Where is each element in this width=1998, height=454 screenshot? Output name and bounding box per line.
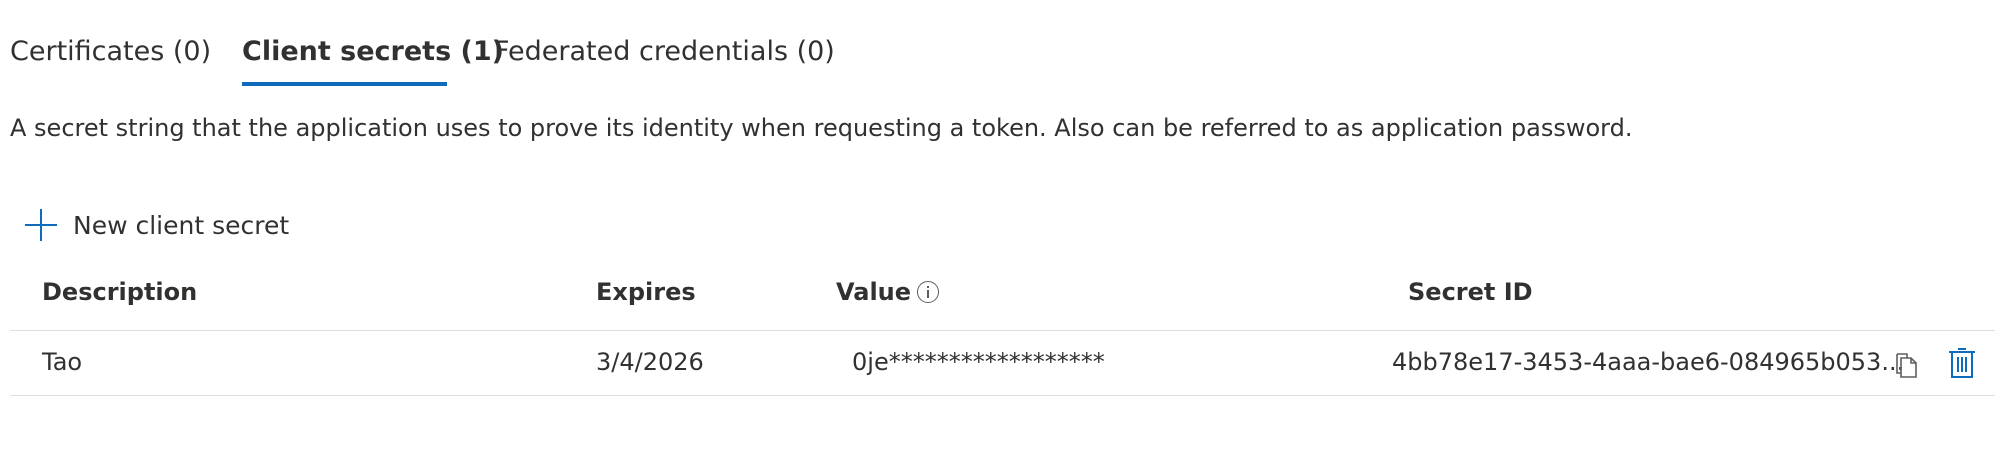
credentials-tabs: Certificates (0) Client secrets (1) Fede… <box>10 30 835 88</box>
delete-icon[interactable] <box>1947 346 1977 380</box>
table-header-divider <box>10 330 1995 331</box>
column-header-secret-id-label: Secret ID <box>1408 278 1533 306</box>
plus-icon <box>24 208 58 242</box>
secret-id: 4bb78e17-3453-4aaa-bae6-084965b053... <box>1392 348 1905 376</box>
section-description: A secret string that the application use… <box>10 114 1633 142</box>
column-header-description: Description <box>42 278 197 306</box>
column-header-expires: Expires <box>596 278 696 306</box>
column-header-value: Value <box>836 278 940 306</box>
column-header-expires-label: Expires <box>596 278 696 306</box>
new-client-secret-label: New client secret <box>73 210 290 240</box>
secret-expires: 3/4/2026 <box>596 348 704 376</box>
tab-federated-credentials[interactable]: Federated credentials (0) <box>494 30 835 88</box>
column-header-secret-id: Secret ID <box>1408 278 1533 306</box>
info-icon[interactable] <box>917 281 940 303</box>
secret-description: Tao <box>42 348 83 376</box>
new-client-secret-button[interactable]: New client secret <box>24 205 289 245</box>
secret-value: 0je****************** <box>852 348 1105 376</box>
table-row-divider <box>10 395 1995 396</box>
column-header-description-label: Description <box>42 278 198 306</box>
tab-client-secrets[interactable]: Client secrets (1) <box>242 30 504 88</box>
copy-icon[interactable] <box>1893 352 1919 380</box>
tab-certificates[interactable]: Certificates (0) <box>10 30 242 88</box>
column-header-value-label: Value <box>836 278 912 306</box>
